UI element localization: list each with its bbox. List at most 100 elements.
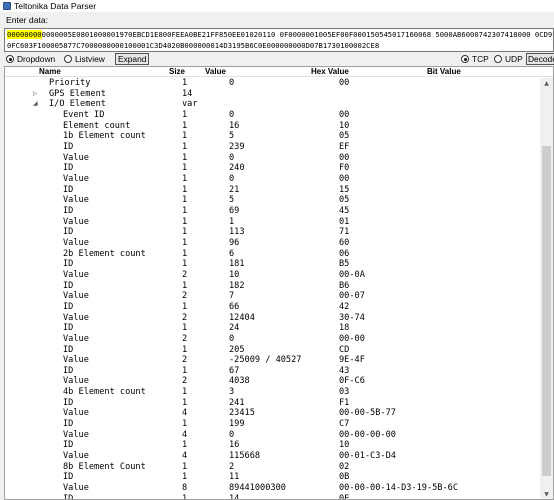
table-row[interactable]: 2b Element count 1 6 06 — [5, 249, 542, 260]
cell-size: 4 — [182, 451, 188, 462]
table-row[interactable]: Value 4 0 00-00-00-00 — [5, 430, 542, 441]
table-row[interactable]: ID 1 113 71 — [5, 227, 542, 238]
table-row[interactable]: Value 2 -25009 / 40527 9E-4F — [5, 355, 542, 366]
table-row[interactable]: Value 2 4038 0F-C6 — [5, 376, 542, 387]
listview-label: Listview — [75, 54, 105, 64]
table-row[interactable]: Element count 1 16 10 — [5, 121, 542, 132]
tree-collapsed-icon[interactable]: ▷ — [33, 89, 38, 100]
table-row[interactable]: Value 4 115668 00-01-C3-D4 — [5, 451, 542, 462]
table-row[interactable]: ◢ I/O Element var — [5, 99, 542, 110]
udp-radio[interactable]: UDP — [494, 54, 523, 64]
cell-hex: 01 — [339, 216, 350, 227]
table-row[interactable]: Value 8 89441000300 00-00-00-14-D3-19-5B-6C — [5, 483, 542, 494]
cell-value: 0 — [229, 429, 235, 440]
dropdown-radio[interactable]: Dropdown — [6, 54, 55, 64]
cell-name: 4b Element count — [63, 387, 146, 398]
cell-value: 7 — [229, 291, 235, 302]
column-header-name[interactable]: Name — [39, 67, 61, 77]
table-row[interactable]: ID 1 69 45 — [5, 206, 542, 217]
table-row[interactable]: 1b Element count 1 5 05 — [5, 131, 542, 142]
cell-hex: 02 — [339, 461, 350, 472]
table-row[interactable]: Value 1 0 00 — [5, 174, 542, 185]
table-row[interactable]: ID 1 240 F0 — [5, 163, 542, 174]
cell-hex: B5 — [339, 259, 350, 270]
cell-hex: 30-74 — [339, 312, 365, 323]
cell-value: 3 — [229, 387, 235, 398]
tcp-label: TCP — [472, 54, 489, 64]
tree-expanded-icon[interactable]: ◢ — [33, 99, 38, 110]
cell-name: Value — [63, 483, 89, 494]
listview-radio[interactable]: Listview — [64, 54, 105, 64]
table-row[interactable]: Priority 1 0 00 — [5, 78, 542, 89]
cell-name: ID — [63, 259, 74, 270]
table-row[interactable]: 8b Element Count 1 2 02 — [5, 462, 542, 473]
table-row[interactable]: ID 1 181 B5 — [5, 259, 542, 270]
table-row[interactable]: ID 1 182 B6 — [5, 281, 542, 292]
table-row[interactable]: ID 1 14 0E — [5, 494, 542, 499]
table-row[interactable]: Value 1 0 00 — [5, 153, 542, 164]
decode-button[interactable]: Decode — [526, 53, 554, 65]
cell-value: 10 — [229, 269, 240, 280]
table-row[interactable]: ID 1 205 CD — [5, 345, 542, 356]
cell-value: 4038 — [229, 376, 250, 387]
cell-value: 182 — [229, 280, 245, 291]
cell-name: ID — [63, 163, 74, 174]
cell-size: 1 — [182, 323, 188, 334]
table-row[interactable]: Value 2 0 00-00 — [5, 334, 542, 345]
table-row[interactable]: ID 1 16 10 — [5, 440, 542, 451]
cell-value: 115668 — [229, 451, 261, 462]
cell-size: 1 — [182, 205, 188, 216]
cell-hex: 42 — [339, 301, 350, 312]
cell-value: 113 — [229, 227, 245, 238]
radio-unselected-icon — [494, 55, 502, 63]
cell-size: 1 — [182, 131, 188, 142]
table-row[interactable]: ID 1 199 C7 — [5, 419, 542, 430]
table-row[interactable]: Value 1 96 60 — [5, 238, 542, 249]
cell-hex: 06 — [339, 248, 350, 259]
cell-hex: 00 — [339, 109, 350, 120]
tcp-radio[interactable]: TCP — [461, 54, 489, 64]
table-row[interactable]: ID 1 239 EF — [5, 142, 542, 153]
scroll-thumb[interactable] — [542, 146, 551, 476]
table-row[interactable]: 4b Element count 1 3 03 — [5, 387, 542, 398]
cell-value: 0 — [229, 333, 235, 344]
column-header-hex[interactable]: Hex Value — [311, 67, 349, 77]
table-row[interactable]: Value 1 5 05 — [5, 195, 542, 206]
table-row[interactable]: ID 1 24 18 — [5, 323, 542, 334]
table-row[interactable]: Value 1 1 01 — [5, 217, 542, 228]
table-row[interactable]: ID 1 11 0B — [5, 472, 542, 483]
table-row[interactable]: Value 2 12404 30-74 — [5, 313, 542, 324]
table-row[interactable]: ID 1 241 F1 — [5, 398, 542, 409]
column-header-value[interactable]: Value — [205, 67, 226, 77]
table-row[interactable]: Event ID 1 0 00 — [5, 110, 542, 121]
cell-hex: 15 — [339, 184, 350, 195]
cell-hex: 71 — [339, 227, 350, 238]
expand-button[interactable]: Expand — [115, 53, 150, 65]
cell-hex: 05 — [339, 131, 350, 142]
cell-hex: EF — [339, 141, 350, 152]
column-header-bit[interactable]: Bit Value — [427, 67, 461, 77]
table-row[interactable]: ID 1 66 42 — [5, 302, 542, 313]
cell-size: 2 — [182, 376, 188, 387]
scroll-up-icon[interactable]: ▲ — [540, 78, 553, 89]
cell-value: 11 — [229, 472, 240, 483]
table-row[interactable]: Value 2 7 00-07 — [5, 291, 542, 302]
cell-value: 0 — [229, 109, 235, 120]
vertical-scrollbar[interactable]: ▲ ▼ — [540, 78, 553, 499]
title-bar: Teltonika Data Parser — [0, 0, 554, 12]
table-row[interactable]: Value 2 10 00-0A — [5, 270, 542, 281]
cell-size: 8 — [182, 483, 188, 494]
results-grid[interactable]: Name Size Value Hex Value Bit Value Prio… — [4, 66, 554, 500]
scroll-down-icon[interactable]: ▼ — [540, 489, 553, 499]
table-row[interactable]: Value 4 23415 00-00-5B-77 — [5, 408, 542, 419]
table-row[interactable]: ID 1 67 43 — [5, 366, 542, 377]
cell-value: -25009 / 40527 — [229, 355, 302, 366]
cell-value: 0 — [229, 152, 235, 163]
table-row[interactable]: ▷ GPS Element 14 — [5, 89, 542, 100]
toolbar: Dropdown Listview Expand TCP UDP Decode — [0, 52, 554, 66]
data-input[interactable]: 000000000000005E0801000001970EBCD1E800FE… — [4, 28, 554, 52]
cell-hex: F1 — [339, 397, 350, 408]
column-header-size[interactable]: Size — [169, 67, 185, 77]
table-row[interactable]: ID 1 21 15 — [5, 185, 542, 196]
dropdown-label: Dropdown — [17, 54, 56, 64]
